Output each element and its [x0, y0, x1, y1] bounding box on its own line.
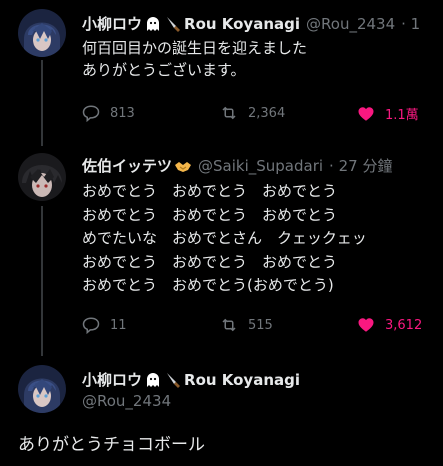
- author-name-text: 小柳ロウ: [82, 371, 143, 389]
- like-count: 1.1萬: [385, 108, 419, 123]
- reply-icon: [82, 105, 100, 122]
- like-button[interactable]: 1.1萬: [357, 104, 419, 123]
- like-button[interactable]: 3,612: [357, 316, 422, 334]
- avatar[interactable]: [18, 153, 66, 201]
- ghost-icon: [147, 372, 160, 387]
- reply-icon: [82, 317, 100, 334]
- retweet-button[interactable]: 2,364: [220, 104, 285, 122]
- reply-count: 813: [110, 105, 135, 121]
- knife-icon: [167, 16, 181, 32]
- avatar[interactable]: [18, 365, 66, 413]
- like-count: 3,612: [385, 317, 423, 333]
- reply-count: 11: [110, 317, 127, 333]
- retweet-count: 2,364: [248, 105, 286, 121]
- handshake-icon: [175, 161, 192, 172]
- author-name-text: 小柳ロウ: [82, 15, 143, 33]
- author-name[interactable]: 佐伯イッテツ @Saiki_Supadari · 27 分鐘: [82, 155, 392, 176]
- author-handle[interactable]: @Rou_2434: [82, 392, 171, 410]
- retweet-button[interactable]: 515: [220, 316, 273, 334]
- heart-filled-icon: [358, 106, 374, 121]
- author-name-suffix: Rou Koyanagi: [184, 14, 301, 33]
- tweet-text: ありがとうチョコボール: [18, 435, 205, 455]
- tweet-text: おめでとう おめでとう おめでとう おめでとう おめでとう おめでとう めでたい…: [82, 182, 367, 294]
- author-name-suffix: Rou Koyanagi: [184, 370, 301, 389]
- author-name[interactable]: 小柳ロウ Rou Koyanagi @Rou_2434 · 1: [82, 13, 420, 34]
- ghost-icon: [147, 16, 160, 31]
- avatar[interactable]: [18, 9, 66, 57]
- avatar-image-rou: [18, 365, 66, 413]
- reply-button[interactable]: 813: [82, 104, 135, 122]
- tweet-text: 何百回目かの誕生日を迎えました ありがとうございます。: [82, 39, 308, 79]
- author-name[interactable]: 小柳ロウ Rou Koyanagi: [82, 369, 300, 390]
- thread-connector-2: [41, 206, 43, 356]
- retweet-count: 515: [248, 317, 273, 333]
- tweet-time[interactable]: · 27 分鐘: [329, 155, 392, 176]
- tweet-time[interactable]: · 1: [401, 15, 420, 33]
- retweet-icon: [222, 318, 236, 332]
- author-handle[interactable]: @Rou_2434: [306, 15, 395, 33]
- knife-icon: [167, 372, 181, 388]
- retweet-icon: [222, 106, 236, 120]
- heart-filled-icon: [358, 318, 374, 332]
- author-name-text: 佐伯イッテツ: [82, 157, 173, 175]
- avatar-image-rou: [18, 9, 66, 57]
- author-handle[interactable]: @Saiki_Supadari: [198, 157, 323, 175]
- reply-button[interactable]: 11: [82, 316, 127, 334]
- thread-connector-1: [41, 60, 43, 146]
- avatar-image-saiki: [18, 153, 66, 201]
